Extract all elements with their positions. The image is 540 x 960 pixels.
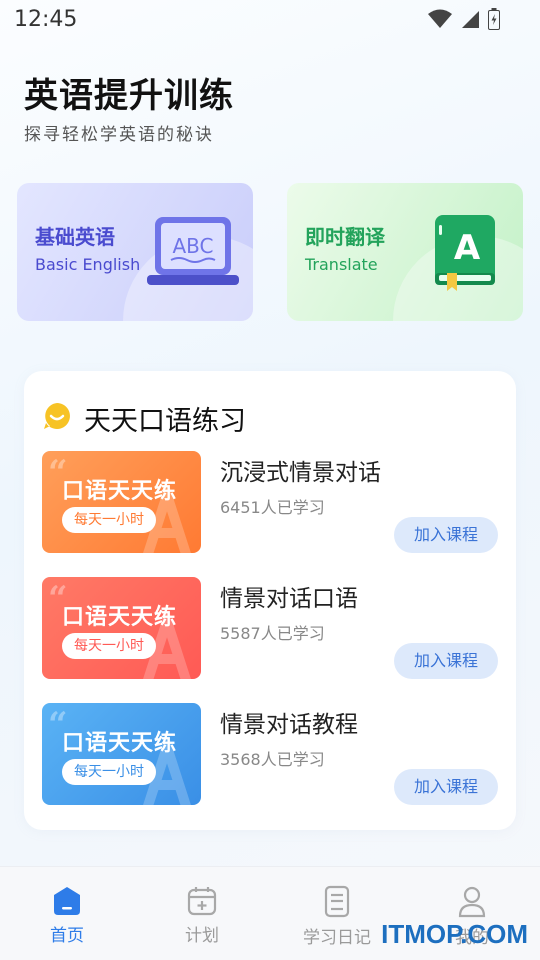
- translate-book-icon: A: [435, 215, 495, 291]
- course-title: 情景对话口语: [220, 586, 358, 612]
- thumbnail-title: 口语天天练: [62, 479, 178, 504]
- page-subtitle: 探寻轻松学英语的秘诀: [24, 125, 214, 145]
- status-bar: 12:45: [0, 0, 540, 40]
- thumbnail-tag: 每天一小时: [62, 507, 156, 533]
- card-title: 即时翻译: [305, 225, 385, 249]
- calendar-plus-icon: [187, 887, 217, 916]
- join-course-button[interactable]: 加入课程: [394, 769, 498, 805]
- page-title: 英语提升训练: [24, 76, 234, 116]
- thumbnail-title: 口语天天练: [62, 605, 178, 630]
- nav-item-diary[interactable]: 学习日记: [277, 885, 397, 948]
- notebook-icon: [324, 885, 350, 918]
- learner-count: 5587人已学习: [220, 624, 325, 643]
- learner-count: 3568人已学习: [220, 750, 325, 769]
- nav-label: 首页: [50, 926, 84, 946]
- speech-bubble-icon: [44, 403, 70, 429]
- course-title: 沉浸式情景对话: [220, 460, 381, 486]
- battery-icon: [488, 8, 500, 30]
- abc-laptop-icon: ABC: [147, 217, 239, 285]
- section-title: 天天口语练习: [84, 406, 246, 437]
- basic-english-card[interactable]: 基础英语 Basic English ABC: [17, 183, 253, 321]
- nav-item-plan[interactable]: 计划: [142, 885, 262, 946]
- home-icon: [54, 887, 80, 915]
- watermark: ITMOP.COM: [381, 919, 528, 949]
- status-icons: [428, 8, 500, 30]
- wifi-icon: [428, 9, 452, 28]
- daily-speaking-section: 天天口语练习 “ 口语天天练 每天一小时 沉浸式情景对话 6451人已学习 加入…: [24, 371, 516, 830]
- status-time: 12:45: [14, 7, 78, 32]
- nav-label: 计划: [185, 926, 219, 946]
- thumbnail-tag: 每天一小时: [62, 633, 156, 659]
- learner-count: 6451人已学习: [220, 498, 325, 517]
- course-thumbnail: “ 口语天天练 每天一小时: [42, 577, 201, 679]
- course-thumbnail: “ 口语天天练 每天一小时: [42, 451, 201, 553]
- card-subtitle: Translate: [305, 255, 378, 274]
- join-course-button[interactable]: 加入课程: [394, 643, 498, 679]
- svg-text:ABC: ABC: [172, 234, 213, 258]
- course-title: 情景对话教程: [220, 712, 358, 738]
- svg-text:A: A: [454, 228, 481, 268]
- user-icon: [458, 886, 486, 918]
- nav-item-home[interactable]: 首页: [7, 885, 127, 946]
- thumbnail-tag: 每天一小时: [62, 759, 156, 785]
- course-item[interactable]: “ 口语天天练 每天一小时 沉浸式情景对话 6451人已学习 加入课程: [42, 451, 498, 555]
- signal-icon: [462, 11, 479, 28]
- nav-label: 学习日记: [303, 928, 371, 948]
- course-thumbnail: “ 口语天天练 每天一小时: [42, 703, 201, 805]
- card-title: 基础英语: [35, 225, 115, 249]
- course-item[interactable]: “ 口语天天练 每天一小时 情景对话教程 3568人已学习 加入课程: [42, 703, 498, 807]
- join-course-button[interactable]: 加入课程: [394, 517, 498, 553]
- translate-card[interactable]: 即时翻译 Translate A: [287, 183, 523, 321]
- course-item[interactable]: “ 口语天天练 每天一小时 情景对话口语 5587人已学习 加入课程: [42, 577, 498, 681]
- thumbnail-title: 口语天天练: [62, 731, 178, 756]
- card-subtitle: Basic English: [35, 255, 141, 274]
